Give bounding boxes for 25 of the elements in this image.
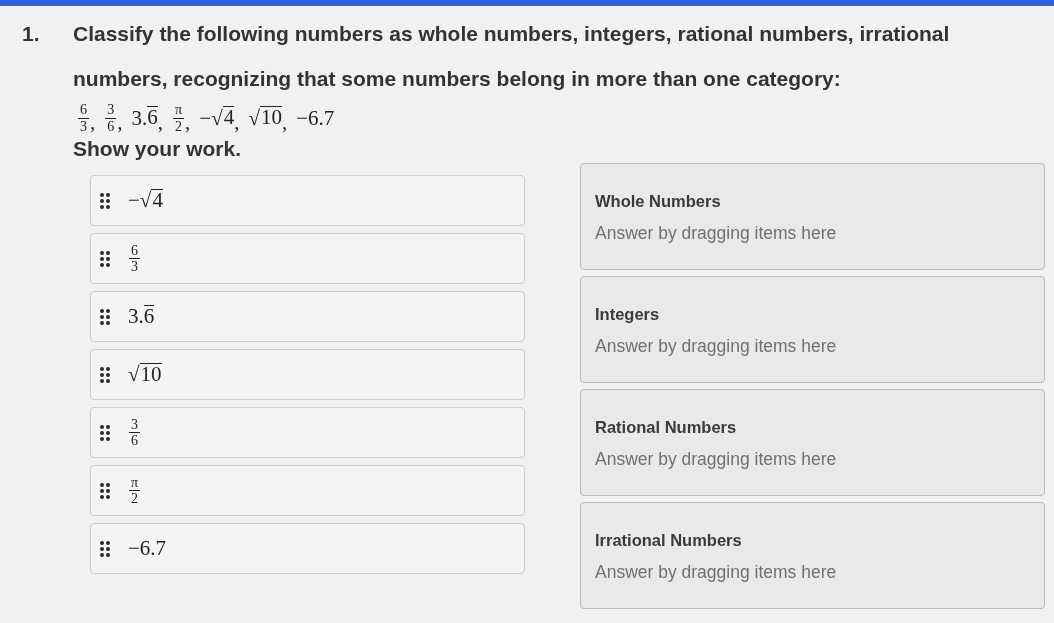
drop-zone[interactable]: Answer by dragging items here: [595, 551, 1028, 600]
category-title: Irrational Numbers: [595, 530, 742, 551]
draggable-item[interactable]: √10: [90, 349, 525, 400]
category-title: Rational Numbers: [595, 417, 737, 438]
category-title: Whole Numbers: [595, 191, 721, 212]
question-number: 1.: [22, 21, 41, 47]
question-text: Classify the following numbers as whole numbers, integers, rational numbers, irrational numbers, recognizing that some numbers belong in more than one category:: [73, 21, 951, 92]
drag-handle-icon[interactable]: [100, 424, 110, 441]
drag-handle-icon[interactable]: [100, 482, 110, 499]
drag-handle-icon[interactable]: [100, 540, 110, 557]
category-title: Integers: [595, 304, 660, 325]
drag-handle-icon[interactable]: [100, 250, 110, 267]
instruction-text: Show your work.: [73, 136, 243, 162]
draggable-item[interactable]: 3 6: [90, 407, 525, 458]
drag-handle-icon[interactable]: [100, 308, 110, 325]
drag-handle-icon[interactable]: [100, 366, 110, 383]
draggable-item[interactable]: −6.7: [90, 523, 525, 574]
draggable-item[interactable]: −√4: [90, 175, 525, 226]
draggable-item[interactable]: 3.6: [90, 291, 525, 342]
drop-zone[interactable]: Answer by dragging items here: [595, 438, 1028, 487]
drop-zone[interactable]: Answer by dragging items here: [595, 325, 1028, 374]
draggable-item[interactable]: 6 3: [90, 233, 525, 284]
draggable-item[interactable]: π 2: [90, 465, 525, 516]
drop-zone[interactable]: Answer by dragging items here: [595, 212, 1028, 261]
drag-handle-icon[interactable]: [100, 192, 110, 209]
